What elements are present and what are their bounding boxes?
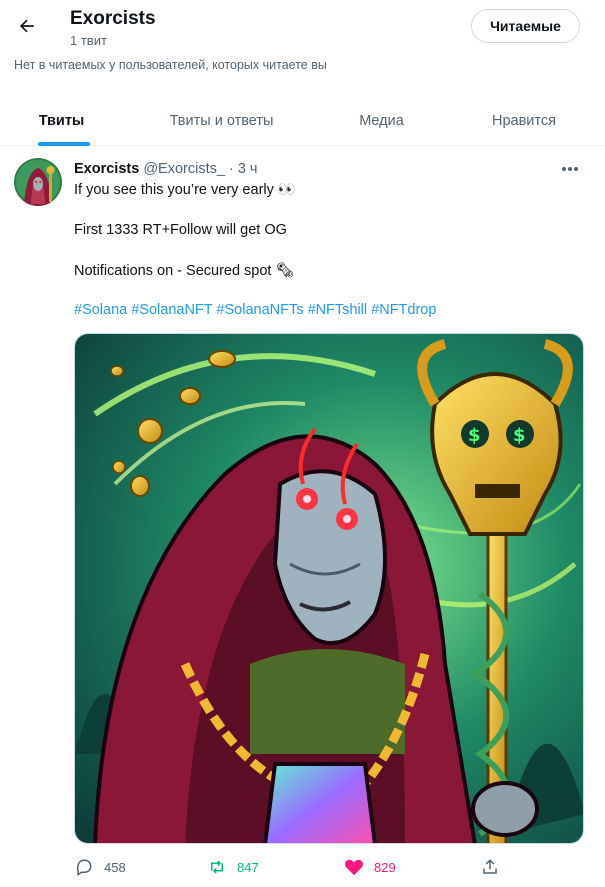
tweet-header: Exorcists @Exorcists_ · 3 ч xyxy=(74,161,258,177)
hashtag-link[interactable]: #NFTdrop xyxy=(371,302,436,318)
svg-text:$: $ xyxy=(468,425,481,446)
profile-header: Exorcists 1 твит Читаемые Нет в читаемых… xyxy=(0,0,605,80)
share-action[interactable] xyxy=(480,856,500,878)
share-icon xyxy=(480,857,500,877)
author-name[interactable]: Exorcists xyxy=(74,161,139,177)
heart-icon xyxy=(344,857,364,877)
tab-tweets-and-replies[interactable]: Твиты и ответы xyxy=(123,96,320,146)
profile-title: Exorcists xyxy=(70,8,156,29)
tweet-media-image[interactable]: $ $ xyxy=(74,333,584,844)
reply-action[interactable]: 458 xyxy=(74,856,126,878)
tweet-text-line: First 1333 RT+Follow will get OG xyxy=(74,222,287,238)
tweet-time[interactable]: 3 ч xyxy=(238,161,258,177)
hashtag-link[interactable]: #SolanaNFTs xyxy=(216,302,303,318)
retweet-action[interactable]: 847 xyxy=(207,856,259,878)
hashtag-link[interactable]: #NFTshill xyxy=(308,302,368,318)
avatar[interactable] xyxy=(14,158,62,206)
hashtag-link[interactable]: #SolanaNFT xyxy=(131,302,212,318)
tweet-text-line: Notifications on - Secured spot 🗞 xyxy=(74,263,294,279)
followers-you-know-note: Нет в читаемых у пользователей, которых … xyxy=(14,58,327,72)
svg-text:$: $ xyxy=(513,425,526,446)
retweet-count: 847 xyxy=(237,859,259,875)
following-button[interactable]: Читаемые xyxy=(471,9,580,43)
more-options-button[interactable] xyxy=(556,158,584,180)
back-button[interactable] xyxy=(10,9,44,43)
retweet-icon xyxy=(207,857,227,877)
reply-count: 458 xyxy=(104,859,126,875)
tweet-text-line: If you see this you’re very early 👀 xyxy=(74,182,296,198)
more-dots-icon xyxy=(562,167,578,171)
tweet-count: 1 твит xyxy=(70,33,107,48)
tab-media[interactable]: Медиа xyxy=(320,96,443,146)
tab-likes[interactable]: Нравится xyxy=(443,96,605,146)
tweet-hashtags: #Solana #SolanaNFT #SolanaNFTs #NFTshill… xyxy=(74,302,436,318)
like-action[interactable]: 829 xyxy=(344,856,396,878)
author-handle[interactable]: @Exorcists_ xyxy=(143,161,225,177)
active-tab-indicator xyxy=(38,142,90,146)
exorcist-artwork: $ $ xyxy=(75,334,583,843)
separator-dot: · xyxy=(228,161,234,177)
reply-bubble-icon xyxy=(74,857,94,877)
profile-tabs: Твиты Твиты и ответы Медиа Нравится xyxy=(0,96,605,146)
like-count: 829 xyxy=(374,859,396,875)
avatar-image xyxy=(14,158,62,206)
tab-tweets[interactable]: Твиты xyxy=(0,96,123,146)
arrow-left-icon xyxy=(20,19,34,33)
hashtag-link[interactable]: #Solana xyxy=(74,302,127,318)
